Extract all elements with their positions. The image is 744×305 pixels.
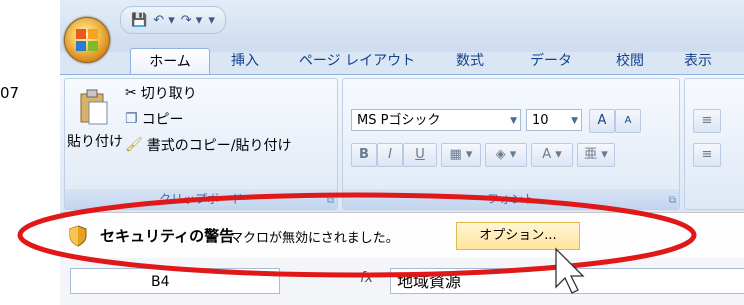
phonetic-button[interactable]: 亜 ▾ — [577, 143, 615, 167]
ribbon-tabs: ホーム 挿入 ページ レイアウト 数式 データ 校閲 表示 — [60, 44, 744, 75]
undo-icon[interactable]: ↶ ▾ — [153, 13, 175, 28]
font-color-icon: A ▾ — [542, 147, 562, 162]
font-name-combo[interactable]: MS Pゴシック ▼ — [351, 109, 521, 131]
paste-button[interactable]: 貼り付け — [67, 131, 123, 151]
name-box[interactable]: B4 — [70, 268, 280, 294]
font-size-combo[interactable]: 10 ▼ — [526, 109, 582, 131]
tab-review[interactable]: 校閲 — [610, 48, 650, 74]
options-button[interactable]: オプション... — [456, 222, 580, 250]
tab-view[interactable]: 表示 — [676, 48, 720, 74]
ribbon: 貼り付け ✂ 切り取り ❐ コピー 🖌 書式のコピー/貼り付け クリップボード … — [60, 74, 744, 211]
align-left-button[interactable]: ≡ — [693, 143, 721, 167]
font-group-label: フォント — [343, 189, 679, 209]
align-icon: ≡ — [701, 147, 713, 162]
chevron-down-icon: ▼ — [571, 116, 578, 126]
bold-button[interactable]: B — [351, 143, 377, 167]
redo-icon[interactable]: ↷ ▾ — [181, 13, 203, 28]
tab-home[interactable]: ホーム — [130, 48, 210, 75]
tab-data[interactable]: データ — [522, 48, 580, 74]
dialog-launcher-icon[interactable]: ⧉ — [669, 195, 676, 206]
formula-bar: B4 fx 地域資源 — [60, 258, 744, 305]
phonetic-icon: 亜 ▾ — [584, 147, 608, 162]
align-top-button[interactable]: ≡ — [693, 109, 721, 133]
tab-page-layout[interactable]: ページ レイアウト — [292, 48, 422, 74]
quick-access-toolbar: 💾 ↶ ▾ ↷ ▾ ▾ — [120, 6, 226, 34]
font-name-value: MS Pゴシック — [357, 113, 441, 128]
alignment-group: ≡ ≡ — [684, 78, 744, 210]
tab-formulas[interactable]: 数式 — [445, 48, 495, 74]
office-button[interactable] — [64, 17, 110, 63]
excel-window: 💾 ↶ ▾ ↷ ▾ ▾ ホーム 挿入 ページ レイアウト 数式 データ 校閲 表… — [60, 0, 744, 305]
partial-text: 07 — [0, 84, 20, 102]
copy-icon: ❐ — [125, 111, 138, 127]
scissors-icon: ✂ — [125, 85, 137, 101]
font-size-value: 10 — [532, 113, 549, 128]
clipboard-group: 貼り付け ✂ 切り取り ❐ コピー 🖌 書式のコピー/貼り付け クリップボード … — [64, 78, 338, 210]
underline-button[interactable]: U — [403, 143, 437, 167]
format-painter-label: 書式のコピー/貼り付け — [146, 138, 292, 154]
clipboard-group-label: クリップボード — [65, 189, 337, 209]
security-message-bar: セキュリティの警告 マクロが無効にされました。 オプション... — [60, 212, 744, 260]
shield-warning-icon — [69, 225, 87, 247]
tab-insert[interactable]: 挿入 — [220, 48, 270, 74]
italic-button[interactable]: I — [377, 143, 403, 167]
font-group: MS Pゴシック ▼ 10 ▼ A A B I U ▦ ▾ ◈ ▾ A ▾ 亜 … — [342, 78, 680, 210]
copy-label: コピー — [141, 112, 184, 128]
cut-button[interactable]: ✂ 切り取り — [125, 83, 197, 103]
brush-icon: 🖌 — [125, 137, 143, 153]
security-warning-title: セキュリティの警告 — [100, 227, 235, 245]
paste-icon[interactable] — [79, 89, 109, 127]
format-painter-button[interactable]: 🖌 書式のコピー/貼り付け — [125, 135, 292, 155]
chevron-down-icon: ▼ — [510, 116, 517, 126]
borders-button[interactable]: ▦ ▾ — [441, 143, 481, 167]
office-logo-icon — [76, 29, 98, 51]
align-icon: ≡ — [701, 113, 713, 128]
font-color-button[interactable]: A ▾ — [531, 143, 573, 167]
security-warning-message: マクロが無効にされました。 — [230, 231, 399, 246]
fill-color-button[interactable]: ◈ ▾ — [485, 143, 527, 167]
shrink-font-button[interactable]: A — [615, 109, 641, 133]
formula-input[interactable]: 地域資源 — [390, 268, 744, 294]
copy-button[interactable]: ❐ コピー — [125, 109, 184, 129]
grow-font-button[interactable]: A — [589, 109, 615, 133]
save-icon[interactable]: 💾 — [131, 13, 147, 28]
borders-icon: ▦ ▾ — [449, 147, 473, 162]
fx-icon[interactable]: fx — [360, 270, 373, 286]
cut-label: 切り取り — [140, 86, 197, 102]
dialog-launcher-icon[interactable]: ⧉ — [327, 195, 334, 206]
customize-qat-icon[interactable]: ▾ — [208, 13, 215, 28]
fill-bucket-icon: ◈ ▾ — [495, 147, 517, 162]
